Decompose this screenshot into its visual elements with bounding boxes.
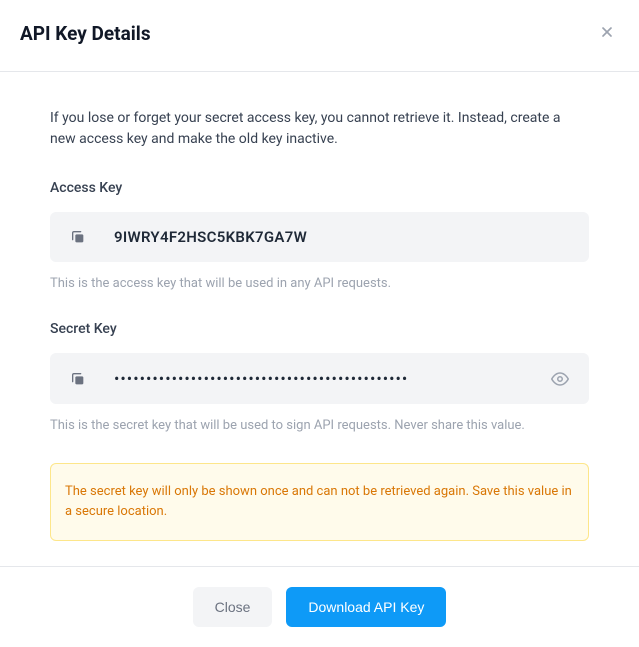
modal-header: API Key Details	[0, 0, 639, 72]
copy-icon[interactable]	[70, 229, 86, 245]
secret-key-label: Secret Key	[50, 321, 589, 337]
access-key-hint: This is the access key that will be used…	[50, 276, 589, 291]
api-key-modal: API Key Details If you lose or forget yo…	[0, 0, 639, 647]
access-key-label: Access Key	[50, 180, 589, 196]
close-button[interactable]: Close	[193, 587, 273, 627]
eye-icon[interactable]	[551, 370, 569, 388]
warning-text: The secret key will only be shown once a…	[65, 482, 574, 522]
modal-body: If you lose or forget your secret access…	[0, 72, 639, 566]
close-icon-button[interactable]	[595, 20, 619, 47]
access-key-field: Access Key 9IWRY4F2HSC5KBK7GA7W This is …	[50, 180, 589, 291]
access-key-box: 9IWRY4F2HSC5KBK7GA7W	[50, 212, 589, 262]
secret-key-box: ••••••••••••••••••••••••••••••••••••••••…	[50, 353, 589, 404]
modal-footer: Close Download API Key	[0, 566, 639, 647]
secret-key-value: ••••••••••••••••••••••••••••••••••••••••…	[114, 369, 523, 388]
secret-key-field: Secret Key •••••••••••••••••••••••••••••…	[50, 321, 589, 433]
close-icon	[599, 24, 615, 43]
download-api-key-button[interactable]: Download API Key	[286, 587, 446, 627]
copy-icon[interactable]	[70, 371, 86, 387]
warning-box: The secret key will only be shown once a…	[50, 463, 589, 541]
intro-text: If you lose or forget your secret access…	[50, 108, 589, 150]
modal-title: API Key Details	[20, 22, 151, 45]
access-key-value: 9IWRY4F2HSC5KBK7GA7W	[114, 228, 307, 246]
secret-key-hint: This is the secret key that will be used…	[50, 418, 589, 433]
